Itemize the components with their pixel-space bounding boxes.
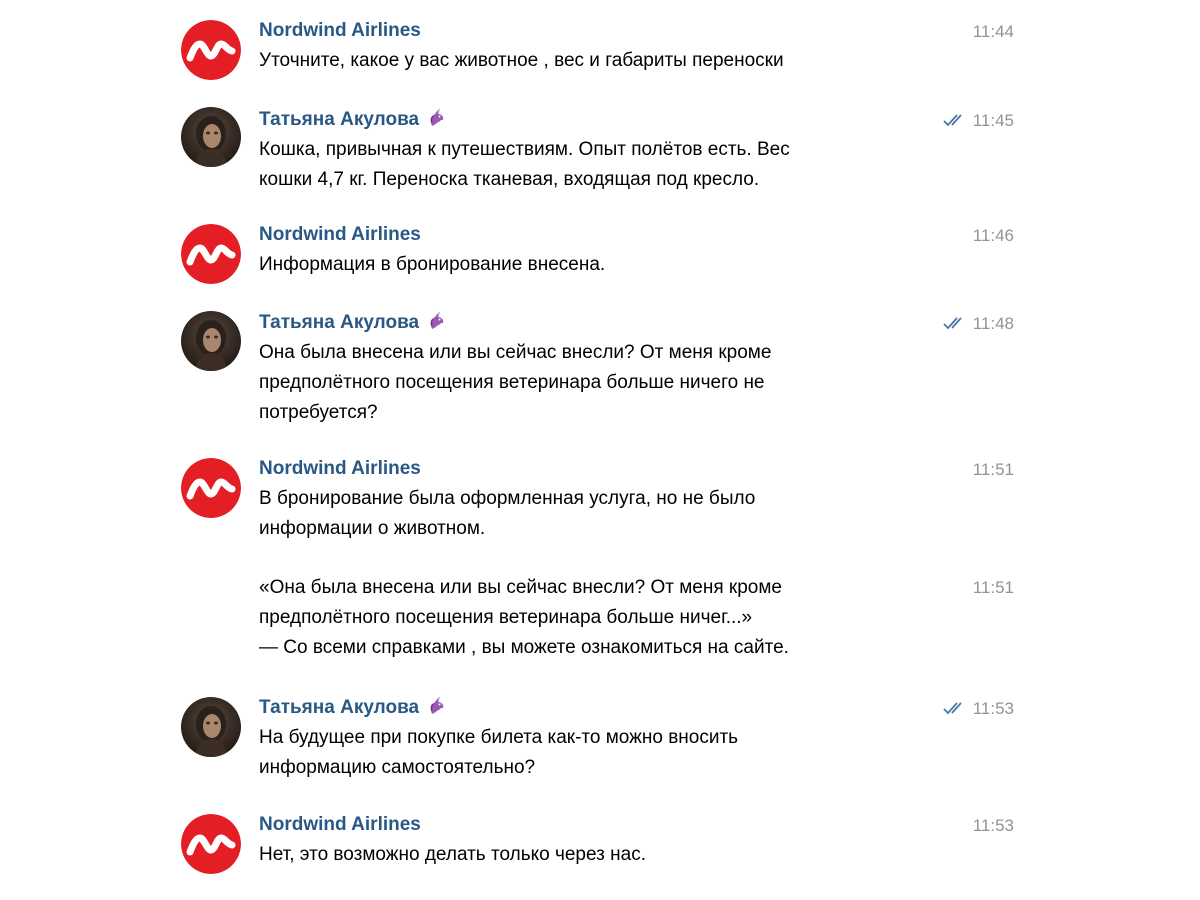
unicorn-emoji-icon: [430, 108, 444, 126]
unicorn-emoji-icon: [430, 696, 444, 714]
message-timestamp[interactable]: 11:46: [973, 225, 1014, 247]
timestamp-text: 11:44: [972, 22, 1014, 41]
message-text-line: предполётного посещения ветеринара больш…: [259, 372, 765, 393]
user-avatar[interactable]: [181, 311, 241, 371]
chat-history: Nordwind Airlines 11:44 Уточните, какое у …: [0, 0, 1200, 900]
read-check-icon: [943, 702, 962, 714]
timestamp-text: 11:53: [972, 699, 1014, 718]
timestamp-text: 11:53: [972, 816, 1014, 835]
sender-name[interactable]: Татьяна Акулова: [259, 311, 447, 335]
sender-name-text: Татьяна Акулова: [259, 697, 420, 718]
message-text: Кошка, привычная к путешествиям. Опыт по…: [259, 135, 899, 195]
timestamp-text: 11:45: [972, 111, 1014, 130]
sender-name[interactable]: Татьяна Акулова: [259, 108, 447, 132]
sender-name[interactable]: Nordwind Airlines: [259, 457, 421, 481]
message-text-line: предполётного посещения ветеринара больш…: [259, 607, 753, 628]
message-text: Уточните, какое у вас животное , вес и г…: [259, 46, 899, 76]
user-avatar[interactable]: [181, 107, 241, 167]
message-text-line: информацию самостоятельно?: [259, 757, 536, 778]
message-text-line: «Она была внесена или вы сейчас внесли? …: [259, 577, 782, 598]
timestamp-text: 11:51: [972, 578, 1014, 597]
read-check-icon: [943, 317, 962, 329]
message-timestamp[interactable]: 11:44: [973, 21, 1014, 43]
message-text-line: В бронирование была оформленная услуга, …: [259, 488, 756, 509]
message-text-line: информации о животном.: [259, 518, 486, 539]
user-avatar[interactable]: [181, 697, 241, 757]
nordwind-logo-icon[interactable]: [181, 20, 241, 80]
timestamp-text: 11:48: [972, 314, 1014, 333]
message-text: Нет, это возможно делать только через на…: [259, 840, 899, 870]
message-text-line: Уточните, какое у вас животное , вес и г…: [259, 50, 784, 71]
message-text-line: Кошка, привычная к путешествиям. Опыт по…: [259, 139, 790, 160]
message-timestamp[interactable]: 11:51: [973, 577, 1014, 599]
message-timestamp[interactable]: 11:51: [973, 459, 1014, 481]
message-timestamp[interactable]: 11:45: [943, 110, 1014, 132]
message-text: В бронирование была оформленная услуга, …: [259, 484, 899, 544]
message-text-line: Информация в бронирование внесена.: [259, 254, 606, 275]
message-timestamp[interactable]: 11:53: [973, 815, 1014, 837]
timestamp-text: 11:46: [972, 226, 1014, 245]
message-text: На будущее при покупке билета как-то мож…: [259, 723, 899, 783]
sender-name-text: Татьяна Акулова: [259, 109, 420, 130]
message-timestamp[interactable]: 11:48: [943, 313, 1014, 335]
sender-name[interactable]: Nordwind Airlines: [259, 19, 421, 43]
message-text-line: потребуется?: [259, 402, 378, 423]
nordwind-logo-icon[interactable]: [181, 814, 241, 874]
sender-name[interactable]: Nordwind Airlines: [259, 223, 421, 247]
message-text: «Она была внесена или вы сейчас внесли? …: [259, 573, 899, 663]
nordwind-logo-icon[interactable]: [181, 458, 241, 518]
sender-name-text: Nordwind Airlines: [259, 458, 421, 479]
message-timestamp[interactable]: 11:53: [943, 698, 1014, 720]
message-text-line: На будущее при покупке билета как-то мож…: [259, 727, 739, 748]
message-text-line: Она была внесена или вы сейчас внесли? О…: [259, 342, 772, 363]
message-text: Информация в бронирование внесена.: [259, 250, 899, 280]
nordwind-logo-icon[interactable]: [181, 224, 241, 284]
read-check-icon: [943, 114, 962, 126]
sender-name-text: Nordwind Airlines: [259, 20, 421, 41]
sender-name-text: Nordwind Airlines: [259, 224, 421, 245]
sender-name[interactable]: Nordwind Airlines: [259, 813, 421, 837]
sender-name[interactable]: Татьяна Акулова: [259, 696, 447, 720]
message-text-line: Нет, это возможно делать только через на…: [259, 844, 646, 865]
message-text-line: кошки 4,7 кг. Переноска тканевая, входящ…: [259, 169, 760, 190]
timestamp-text: 11:51: [972, 460, 1014, 479]
sender-name-text: Nordwind Airlines: [259, 814, 421, 835]
message-text: Она была внесена или вы сейчас внесли? О…: [259, 338, 899, 428]
unicorn-emoji-icon: [430, 311, 444, 329]
message-text-line: — Со всеми справками , вы можете ознаком…: [259, 637, 789, 658]
sender-name-text: Татьяна Акулова: [259, 312, 420, 333]
